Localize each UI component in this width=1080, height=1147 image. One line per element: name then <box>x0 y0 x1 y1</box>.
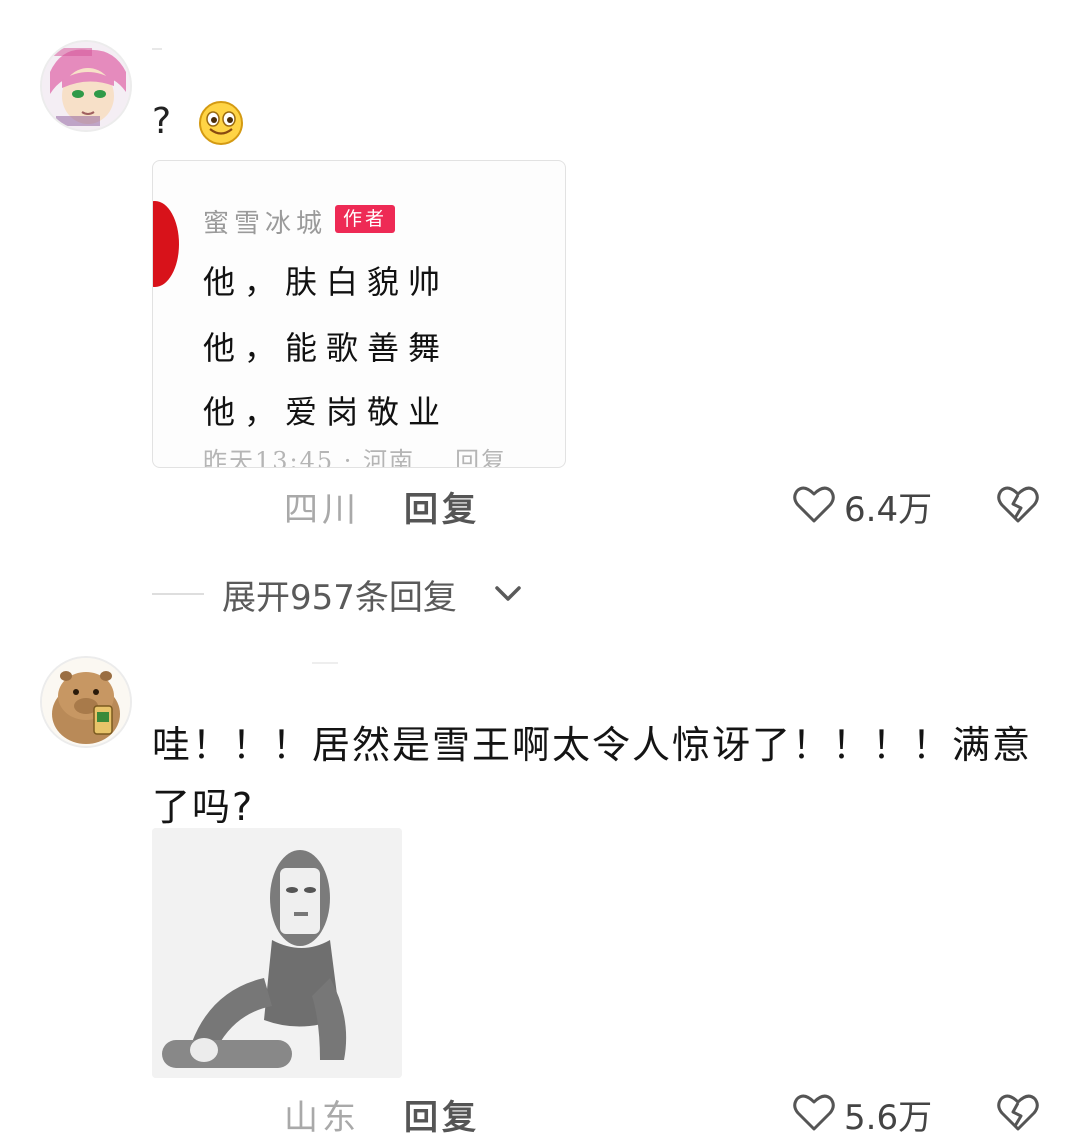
heart-outline-icon[interactable] <box>792 1092 836 1132</box>
card-meta: 昨天13:45 · 河南 回复 <box>203 441 508 468</box>
like-count: 6.4万 <box>844 490 933 530</box>
brand-avatar-fragment <box>153 201 179 287</box>
card-text-line: 他，能歌善舞 <box>203 329 450 367</box>
sticker-image[interactable] <box>152 828 402 1078</box>
card-text-line: 他，爱岗敬业 <box>203 393 450 431</box>
reply-button[interactable]: 回复 <box>404 482 480 531</box>
heart-outline-icon[interactable] <box>792 484 836 524</box>
avatar[interactable] <box>40 40 132 132</box>
smiling-face-emoji-icon <box>199 101 243 145</box>
card-timestamp: 昨天13:45 · 河南 <box>203 447 416 468</box>
card-text-line: 他，肤白貌帅 <box>203 263 450 301</box>
author-badge: 作者 <box>335 205 396 233</box>
divider <box>312 662 338 664</box>
divider <box>152 48 162 50</box>
quoted-comment-card[interactable]: 蜜雪冰城 作者 他，肤白貌帅 他，能歌善舞 他，爱岗敬业 昨天13:45 · 河… <box>152 160 566 468</box>
location-label: 四川 <box>284 490 360 530</box>
location-label: 山东 <box>284 1098 360 1138</box>
like-count: 5.6万 <box>844 1098 933 1138</box>
avatar[interactable] <box>40 656 132 748</box>
expand-divider <box>152 593 204 595</box>
comment-text: ? <box>152 101 172 142</box>
grey-figure-sticker-icon <box>152 828 402 1078</box>
broken-heart-icon[interactable] <box>996 484 1040 524</box>
card-author-name: 蜜雪冰城 <box>203 209 328 239</box>
reply-button[interactable]: 回复 <box>404 1090 480 1139</box>
anime-avatar-icon <box>42 42 130 130</box>
chevron-down-icon[interactable] <box>494 582 522 604</box>
card-reply-label: 回复 <box>455 447 508 468</box>
capybara-avatar-icon <box>42 658 130 746</box>
comment-text: 哇！！！居然是雪王啊太令人惊讶了！！！！满意了吗? <box>152 723 1033 829</box>
broken-heart-icon[interactable] <box>996 1092 1040 1132</box>
expand-replies-button[interactable]: 展开957条回复 <box>222 570 457 619</box>
